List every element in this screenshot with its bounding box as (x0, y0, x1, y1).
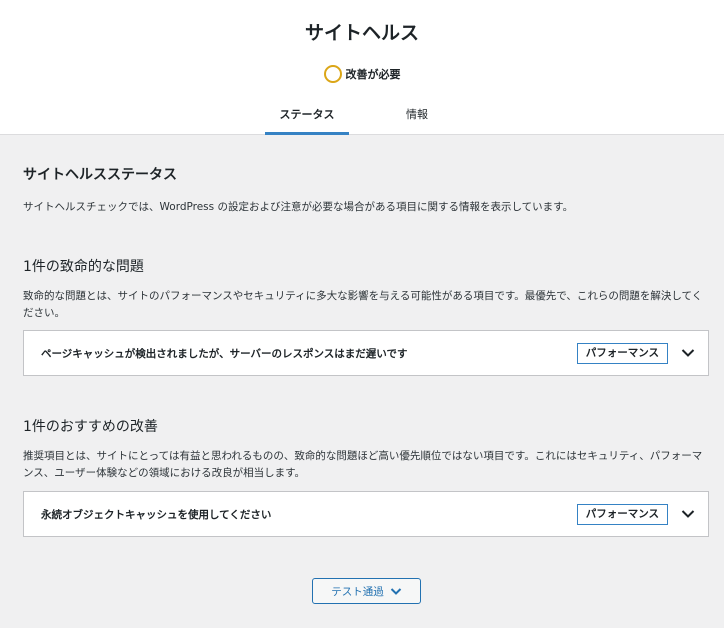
section-description: サイトヘルスチェックでは、WordPress の設定および注意が必要な場合がある… (23, 201, 574, 213)
critical-issue-item[interactable]: ページキャッシュが検出されましたが、サーバーのレスポンスはまだ遅いです パフォー… (23, 330, 709, 376)
tab-status[interactable]: ステータス (265, 100, 349, 135)
critical-issues-description: 致命的な問題とは、サイトのパフォーマンスやセキュリティに多大な影響を与える可能性… (23, 290, 703, 319)
performance-badge: パフォーマンス (576, 503, 668, 525)
status-label: 改善が必要 (345, 68, 401, 81)
site-health-header: サイトヘルス 改善が必要 ステータス 情報 (0, 0, 724, 135)
issue-label: 永続オブジェクトキャッシュを使用してください (41, 508, 272, 521)
chevron-down-icon[interactable] (668, 509, 708, 519)
page-title: サイトヘルス (304, 22, 419, 44)
status-ring-icon (323, 65, 342, 83)
section-title: サイトヘルスステータス (23, 167, 177, 183)
passed-tests-button[interactable]: テスト通過 (312, 578, 421, 604)
passed-tests-label: テスト通過 (331, 585, 384, 598)
recommended-issue-item[interactable]: 永続オブジェクトキャッシュを使用してください パフォーマンス (23, 491, 709, 537)
issue-label: ページキャッシュが検出されましたが、サーバーのレスポンスはまだ遅いです (41, 347, 408, 360)
tab-bar: ステータス 情報 (0, 100, 724, 135)
chevron-down-icon[interactable] (668, 348, 708, 358)
recommended-improvements-title: 1件のおすすめの改善 (23, 419, 158, 435)
critical-issues-title: 1件の致命的な問題 (23, 259, 144, 275)
performance-badge: パフォーマンス (576, 342, 668, 364)
recommended-improvements-description: 推奨項目とは、サイトにとっては有益と思われるものの、致命的な問題ほど高い優先順位… (23, 450, 703, 479)
chevron-down-icon (390, 587, 401, 595)
tab-info[interactable]: 情報 (375, 100, 459, 135)
health-status: 改善が必要 (0, 65, 724, 83)
